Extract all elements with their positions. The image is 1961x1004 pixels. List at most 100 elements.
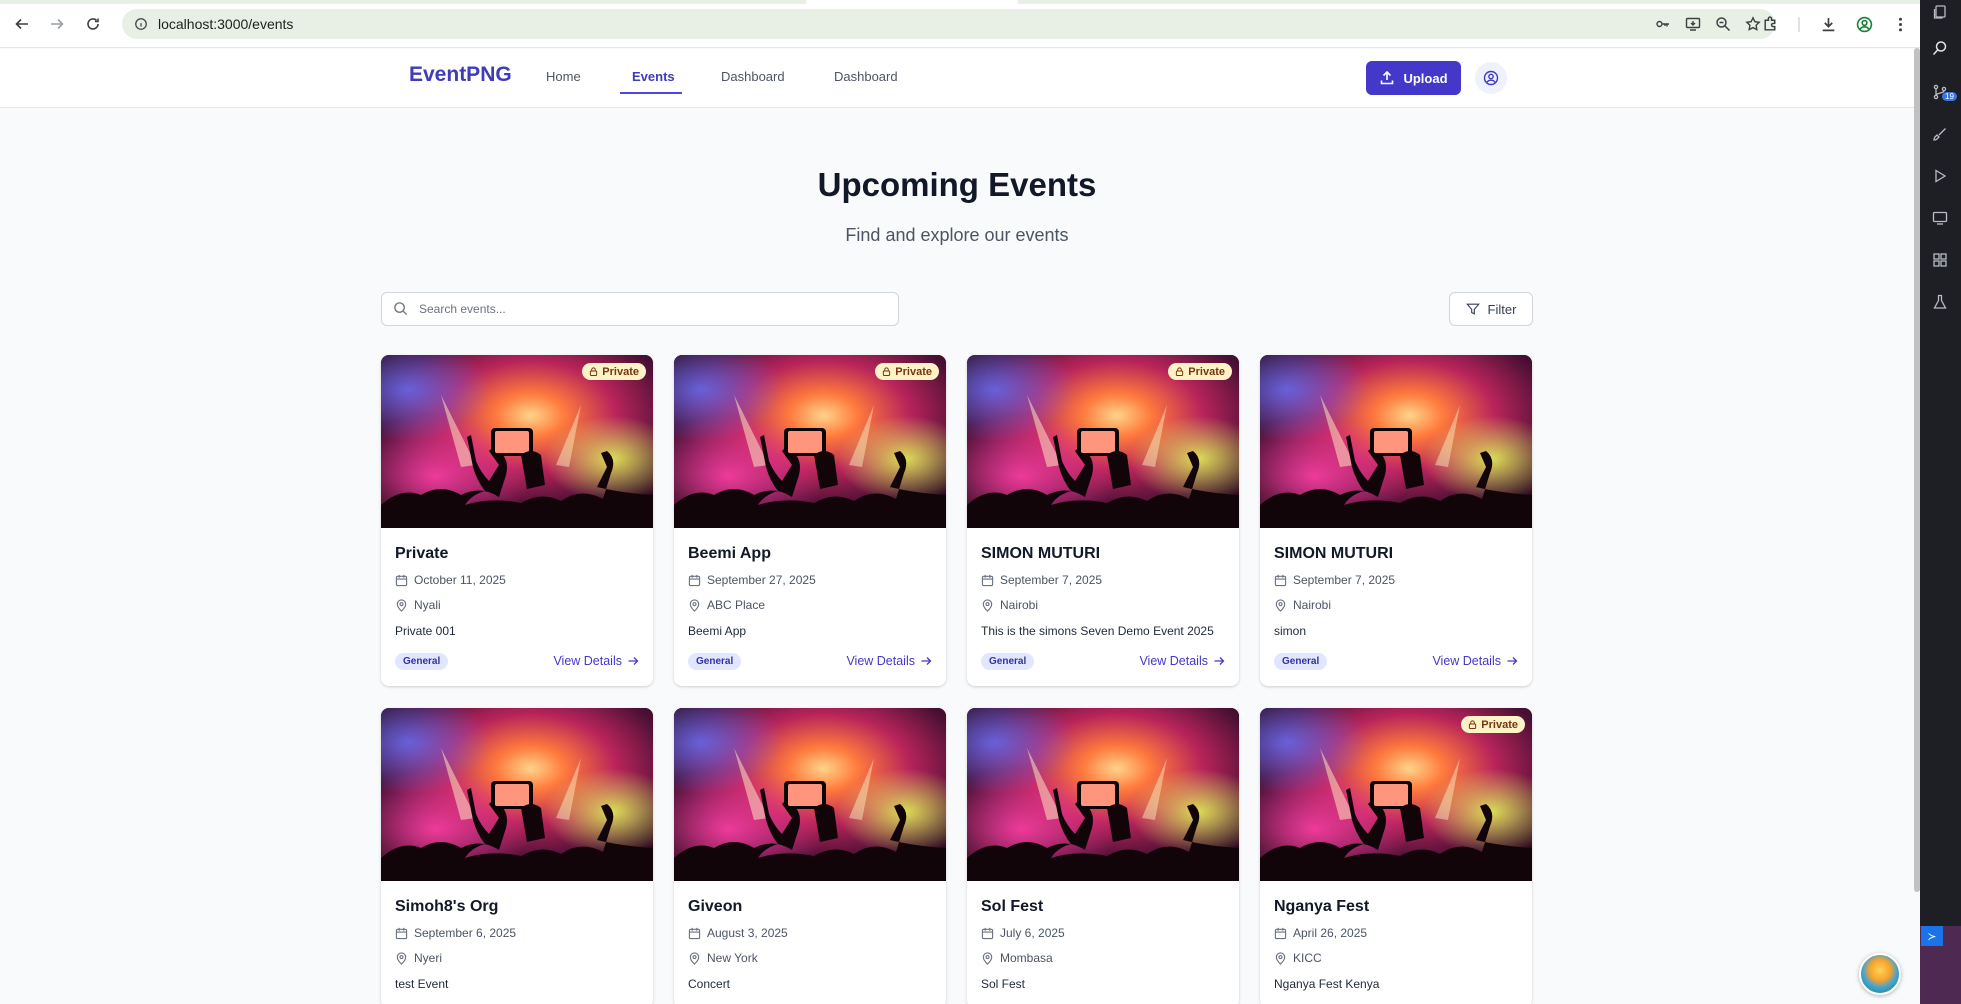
nav-dashboard[interactable]: Dashboard <box>721 69 785 84</box>
address-url[interactable]: localhost:3000/events <box>158 16 293 32</box>
event-description: Beemi App <box>688 624 747 638</box>
remote-explorer-icon[interactable] <box>1930 208 1950 228</box>
download-icon[interactable] <box>1816 12 1840 36</box>
filter-button[interactable]: Filter <box>1449 292 1533 326</box>
map-pin-icon <box>1275 951 1286 965</box>
arrow-right-icon <box>628 657 639 665</box>
event-title[interactable]: SIMON MUTURI <box>981 545 1100 563</box>
zoom-icon[interactable] <box>1713 14 1733 34</box>
remote-status-icon[interactable]: ≻ <box>1921 926 1943 946</box>
event-title[interactable]: Sol Fest <box>981 898 1043 916</box>
event-date: July 6, 2025 <box>981 926 1065 940</box>
assistant-avatar-button[interactable] <box>1859 953 1901 995</box>
nav-events[interactable]: Events <box>632 69 675 84</box>
event-image-container[interactable]: Private <box>1260 708 1532 881</box>
run-debug-icon[interactable] <box>1930 166 1950 186</box>
event-card[interactable]: Sol Fest July 6, 2025 Mombasa Sol Fest <box>967 708 1239 1004</box>
event-image-container[interactable] <box>381 708 653 881</box>
event-card[interactable]: Private Beemi App September 27, 2025 ABC Pl… <box>674 355 946 686</box>
calendar-icon <box>688 574 701 586</box>
event-image-container[interactable]: Private <box>674 355 946 528</box>
private-badge: Private <box>1461 716 1525 733</box>
event-title[interactable]: SIMON MUTURI <box>1274 545 1393 563</box>
event-title[interactable]: Simoh8's Org <box>395 898 498 916</box>
event-card[interactable]: Private SIMON MUTURI September 7, 2025 Nair… <box>967 355 1239 686</box>
event-description: test Event <box>395 977 449 991</box>
event-location: Mombasa <box>981 951 1053 965</box>
install-app-icon[interactable] <box>1683 14 1703 34</box>
event-location: KICC <box>1274 951 1322 965</box>
extensions-panel-icon[interactable] <box>1930 250 1950 270</box>
search-panel-icon[interactable] <box>1930 38 1950 58</box>
event-date-text: September 7, 2025 <box>1293 573 1396 587</box>
event-date: September 27, 2025 <box>688 573 816 587</box>
view-details-link[interactable]: View Details <box>553 654 639 668</box>
nav-active-indicator <box>620 92 682 94</box>
event-location: New York <box>688 951 758 965</box>
event-date-text: April 26, 2025 <box>1293 926 1368 940</box>
reload-icon[interactable] <box>81 12 105 36</box>
view-details-label: View Details <box>846 654 915 668</box>
search-input[interactable] <box>419 302 879 316</box>
search-box[interactable] <box>381 292 899 326</box>
user-menu-button[interactable] <box>1475 62 1507 94</box>
event-card[interactable]: Private Nganya Fest April 26, 2025 KICC Ngan… <box>1260 708 1532 1004</box>
private-badge-label: Private <box>1481 718 1518 731</box>
event-date-text: August 3, 2025 <box>707 926 788 940</box>
event-title[interactable]: Giveon <box>688 898 742 916</box>
event-description: Private 001 <box>395 624 456 638</box>
event-description: This is the simons Seven Demo Event 2025 <box>981 624 1214 638</box>
extensions-icon[interactable] <box>1758 12 1782 36</box>
event-image-container[interactable] <box>674 708 946 881</box>
event-image-container[interactable] <box>1260 355 1532 528</box>
event-title[interactable]: Nganya Fest <box>1274 898 1369 916</box>
address-bar[interactable]: localhost:3000/events <box>122 9 1775 39</box>
arrow-right-icon <box>921 657 932 665</box>
site-info-icon[interactable] <box>132 15 150 33</box>
password-key-icon[interactable] <box>1653 14 1673 34</box>
event-card[interactable]: Giveon August 3, 2025 New York Concert <box>674 708 946 1004</box>
view-details-link[interactable]: View Details <box>846 654 932 668</box>
event-description: simon <box>1274 624 1307 638</box>
event-date-text: October 11, 2025 <box>414 573 506 587</box>
event-image <box>674 708 946 881</box>
forward-icon[interactable] <box>45 12 69 36</box>
event-image-container[interactable]: Private <box>381 355 653 528</box>
category-badge: General <box>1274 653 1328 670</box>
nav-home[interactable]: Home <box>546 69 581 84</box>
page-scrollbar[interactable] <box>1914 48 1920 892</box>
event-description: Concert <box>688 977 731 991</box>
view-details-link[interactable]: View Details <box>1432 654 1518 668</box>
event-date: October 11, 2025 <box>395 573 506 587</box>
event-card[interactable]: SIMON MUTURI September 7, 2025 Nairobi simo… <box>1260 355 1532 686</box>
event-title[interactable]: Beemi App <box>688 545 771 563</box>
back-icon[interactable] <box>10 12 34 36</box>
brush-icon[interactable] <box>1930 124 1950 144</box>
profile-icon[interactable] <box>1852 12 1876 36</box>
view-details-link[interactable]: View Details <box>1139 654 1225 668</box>
event-date-text: July 6, 2025 <box>1000 926 1065 940</box>
event-image-container[interactable] <box>967 708 1239 881</box>
calendar-icon <box>981 927 994 939</box>
page-subtitle: Find and explore our events <box>845 225 1069 245</box>
category-badge: General <box>981 653 1035 670</box>
event-description: Sol Fest <box>981 977 1026 991</box>
event-card[interactable]: Private Private October 11, 2025 Nyali Priva… <box>381 355 653 686</box>
filter-label: Filter <box>1487 301 1517 317</box>
copy-icon[interactable] <box>1930 2 1950 22</box>
brand-logo[interactable]: EventPNG <box>409 63 512 87</box>
event-location: Nyeri <box>395 951 442 965</box>
event-image-container[interactable]: Private <box>967 355 1239 528</box>
upload-button[interactable]: Upload <box>1366 61 1461 95</box>
nav-dashboard-2[interactable]: Dashboard <box>834 69 898 84</box>
more-icon[interactable] <box>1888 12 1912 36</box>
event-image <box>1260 708 1532 881</box>
event-card[interactable]: Simoh8's Org September 6, 2025 Nyeri test E… <box>381 708 653 1004</box>
event-date: September 7, 2025 <box>1274 573 1395 587</box>
private-badge: Private <box>1168 363 1232 380</box>
event-image <box>381 708 653 881</box>
app-header: EventPNG Home Events Dashboard Dashboard… <box>0 49 1914 108</box>
event-title[interactable]: Private <box>395 545 448 563</box>
event-location-text: Nairobi <box>1293 598 1332 612</box>
flask-icon[interactable] <box>1930 292 1950 312</box>
